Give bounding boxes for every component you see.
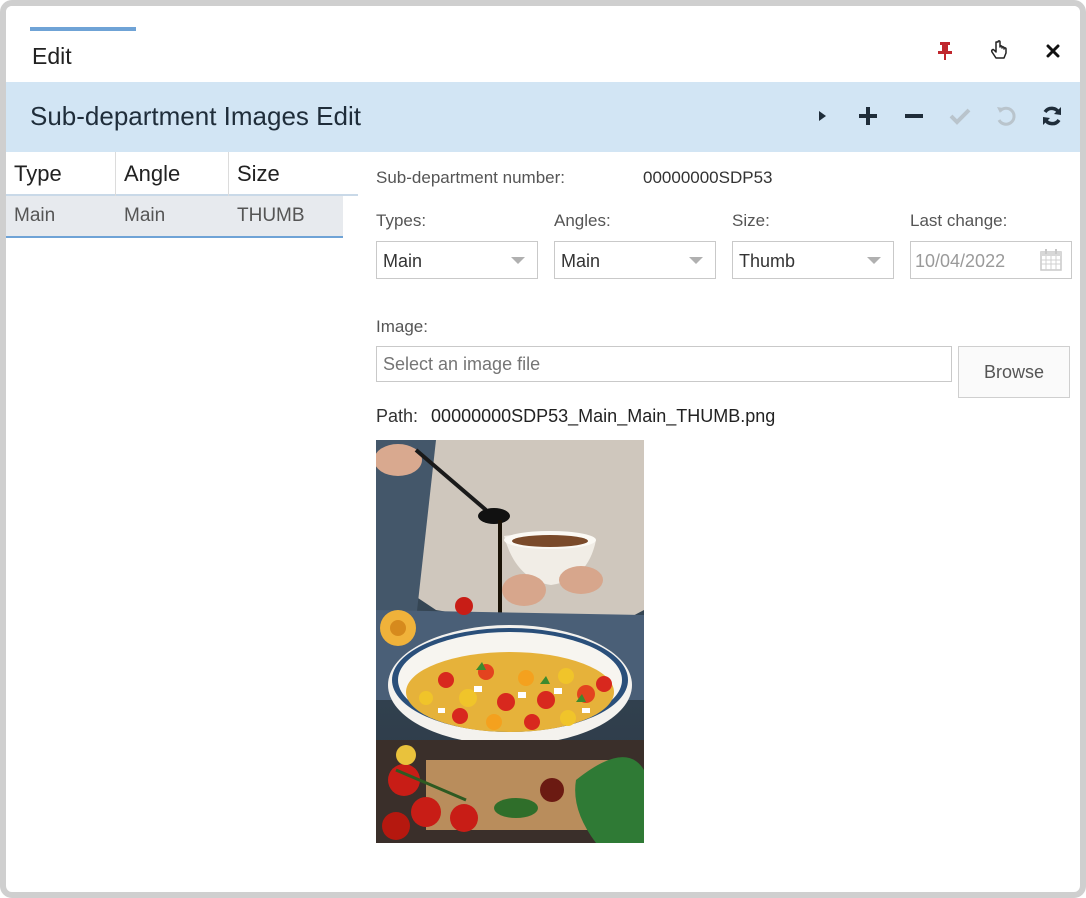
window-tab-bar: Edit <box>6 6 1080 82</box>
edit-window: Edit Sub-department Images Edit Type Ang… <box>0 0 1086 898</box>
images-grid: Type Angle Size Main Main THUMB <box>6 152 358 238</box>
path-row: Path: 00000000SDP53_Main_Main_THUMB.png <box>376 406 775 427</box>
calendar-icon <box>1039 248 1063 277</box>
size-label: Size: <box>732 211 770 230</box>
last-change-field: 10/04/2022 <box>910 241 1072 279</box>
page-title: Sub-department Images Edit <box>30 101 361 131</box>
table-row[interactable]: Main Main THUMB <box>6 196 343 238</box>
tab-edit-label: Edit <box>32 43 72 69</box>
pin-icon[interactable] <box>932 38 958 64</box>
window-controls <box>932 38 1066 64</box>
play-icon[interactable] <box>808 102 836 130</box>
image-file-input[interactable] <box>376 346 952 382</box>
add-icon[interactable] <box>854 102 882 130</box>
cell-type: Main <box>14 205 56 226</box>
pointer-icon[interactable] <box>986 38 1012 64</box>
column-header-size[interactable]: Size <box>229 152 343 196</box>
cell-size: THUMB <box>237 205 305 226</box>
last-change-label: Last change: <box>910 211 1008 230</box>
column-header-type[interactable]: Type <box>6 152 116 196</box>
title-bar: Sub-department Images Edit <box>6 82 1080 152</box>
last-change-value: 10/04/2022 <box>915 251 1006 271</box>
confirm-icon[interactable] <box>946 102 974 130</box>
chevron-down-icon <box>867 257 881 264</box>
tab-edit[interactable]: Edit <box>30 27 136 77</box>
tab-active-indicator <box>30 27 136 31</box>
size-select-value: Thumb <box>739 251 796 271</box>
size-select[interactable]: Thumb <box>732 241 894 279</box>
angles-select-value: Main <box>561 251 601 271</box>
path-value: 00000000SDP53_Main_Main_THUMB.png <box>431 406 776 426</box>
image-label: Image: <box>376 317 428 336</box>
close-icon[interactable] <box>1040 38 1066 64</box>
subdept-number-value: 00000000SDP53 <box>643 168 773 187</box>
chevron-down-icon <box>689 257 703 264</box>
toolbar <box>808 102 1066 130</box>
remove-icon[interactable] <box>900 102 928 130</box>
browse-button[interactable]: Browse <box>958 346 1070 398</box>
angles-label: Angles: <box>554 211 611 230</box>
types-select-value: Main <box>383 251 423 271</box>
path-label: Path: <box>376 406 419 426</box>
undo-icon[interactable] <box>992 102 1020 130</box>
cell-angle: Main <box>124 205 166 226</box>
image-preview <box>376 440 644 843</box>
chevron-down-icon <box>511 257 525 264</box>
subdept-number-label: Sub-department number: <box>376 168 565 187</box>
angles-select[interactable]: Main <box>554 241 716 279</box>
column-header-angle[interactable]: Angle <box>116 152 229 196</box>
types-select[interactable]: Main <box>376 241 538 279</box>
types-label: Types: <box>376 211 427 230</box>
grid-header: Type Angle Size <box>6 152 358 196</box>
refresh-icon[interactable] <box>1038 102 1066 130</box>
